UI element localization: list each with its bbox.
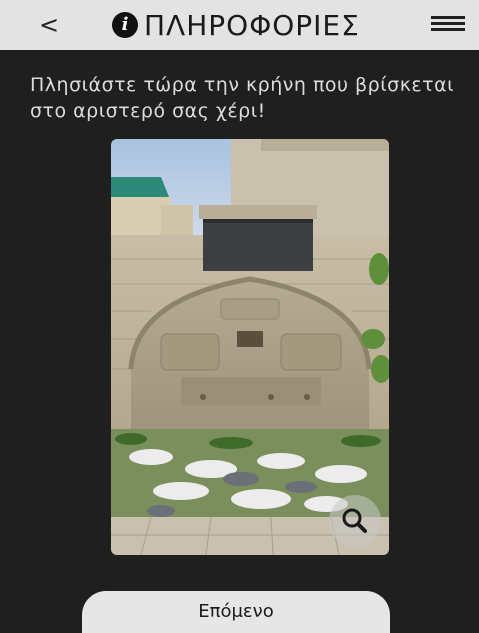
magnifier-icon [342, 508, 367, 533]
zoom-button[interactable] [329, 495, 381, 547]
back-button[interactable]: < [32, 8, 66, 42]
fountain-photo[interactable] [111, 139, 389, 555]
instruction-text: Πλησιάστε τώρα την κρήνη που βρίσκεται σ… [30, 74, 455, 122]
top-bar: < i ΠΛΗΡΟΦΟΡΙΕΣ [0, 0, 479, 50]
next-button[interactable]: Επόμενο [82, 591, 390, 633]
page-title-group: i ΠΛΗΡΟΦΟΡΙΕΣ [112, 5, 360, 45]
hamburger-menu-icon [431, 16, 465, 19]
page-title: ΠΛΗΡΟΦΟΡΙΕΣ [144, 8, 360, 42]
menu-button[interactable] [431, 13, 465, 37]
info-icon: i [112, 12, 138, 38]
